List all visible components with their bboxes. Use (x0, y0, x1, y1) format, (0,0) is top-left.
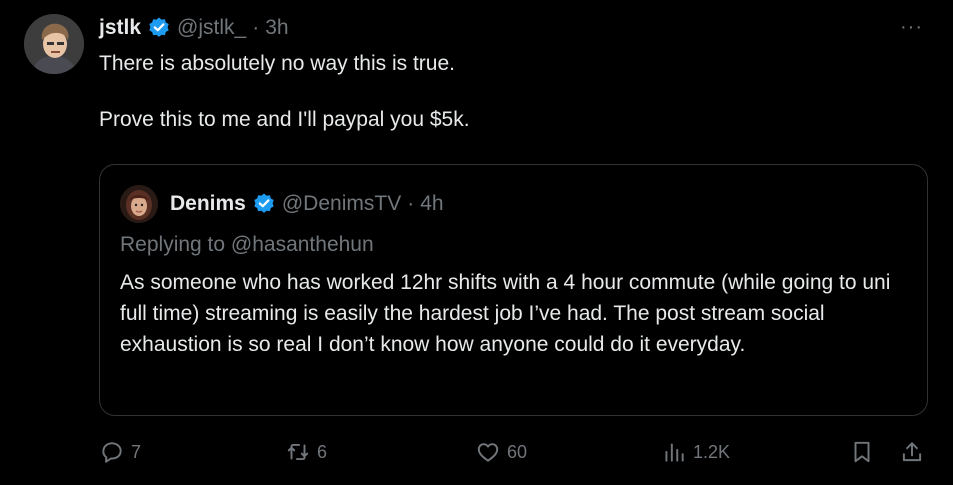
like-count: 60 (507, 441, 528, 462)
repost-count: 6 (317, 441, 328, 462)
quote-author-name[interactable]: Denims (170, 192, 246, 216)
quote-author-avatar[interactable] (120, 185, 158, 223)
share-button[interactable] (899, 434, 925, 470)
quote-header: Denims @DenimsTV · 4h (120, 185, 444, 223)
quote-author-handle[interactable]: @DenimsTV (282, 192, 401, 216)
separator-dot: · (407, 192, 415, 215)
views-button[interactable]: 1.2K (661, 434, 730, 470)
verified-badge-icon (147, 16, 171, 40)
quote-text: As someone who has worked 12hr shifts wi… (120, 271, 891, 356)
reply-icon (102, 442, 122, 463)
repost-icon (287, 443, 309, 461)
author-header: jstlk @jstlk_ · 3h (99, 16, 289, 40)
bookmark-icon (854, 441, 870, 463)
author-name[interactable]: jstlk (99, 16, 141, 40)
action-bar: 7 6 60 1.2K (99, 434, 929, 470)
tweet: jstlk @jstlk_ · 3h ··· There is absolute… (0, 0, 953, 485)
like-button[interactable]: 60 (475, 434, 527, 470)
separator-dot: · (252, 16, 260, 39)
verified-badge-icon (252, 192, 276, 216)
repost-button[interactable]: 6 (285, 434, 327, 470)
post-line: Prove this to me and I'll paypal you $5k… (99, 108, 470, 131)
quote-timestamp[interactable]: 4h (420, 192, 443, 216)
author-avatar[interactable] (24, 14, 84, 74)
view-count: 1.2K (693, 441, 731, 462)
quoted-tweet[interactable]: Denims @DenimsTV · 4h Replying to @hasan… (99, 164, 928, 416)
heart-icon (477, 443, 499, 462)
author-handle[interactable]: @jstlk_ (177, 16, 246, 40)
more-options-icon[interactable]: ··· (900, 16, 923, 39)
post-line: There is absolutely no way this is true. (99, 52, 455, 75)
bookmark-button[interactable] (849, 434, 875, 470)
reply-button[interactable]: 7 (99, 434, 141, 470)
reply-count: 7 (131, 441, 142, 462)
share-icon (902, 442, 922, 462)
post-text: There is absolutely no way this is true.… (99, 50, 919, 134)
replying-to-label: Replying to @hasanthehun (120, 233, 374, 256)
views-chart-icon (665, 443, 684, 462)
post-timestamp[interactable]: 3h (265, 16, 288, 40)
